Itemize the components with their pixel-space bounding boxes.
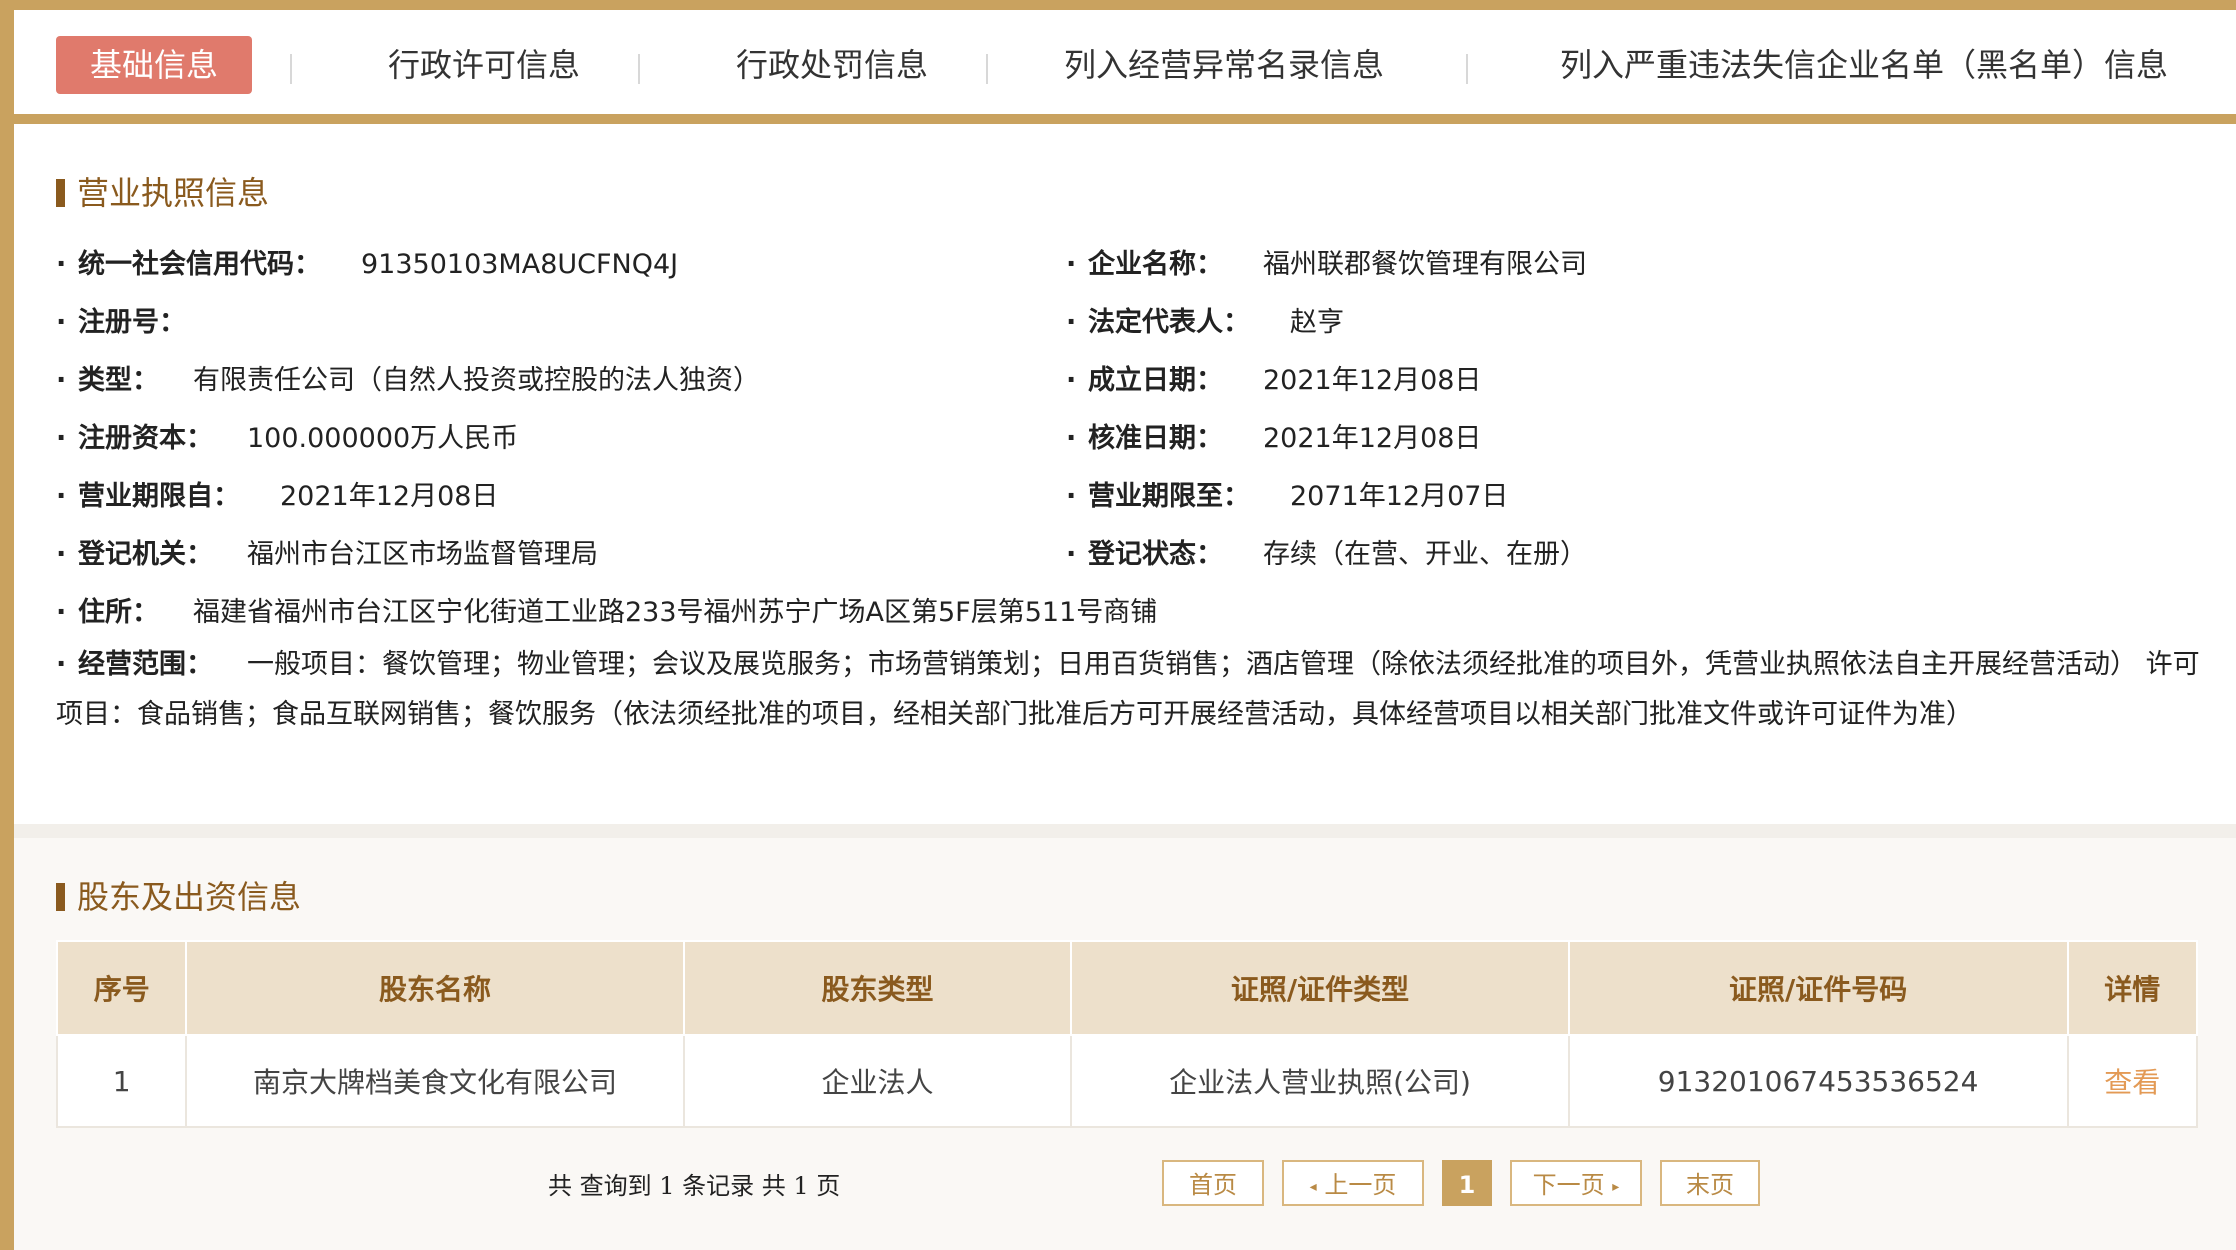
tab-admin-license[interactable]: 行政许可信息	[364, 36, 604, 94]
view-details-link[interactable]: 查看	[2066, 1034, 2199, 1128]
field-credit-code: · 统一社会信用代码： 91350103MA8UCFNQ4J	[56, 249, 679, 280]
tab-separator	[986, 54, 988, 84]
column-header: 股东类型	[682, 940, 1073, 1036]
tab-abnormal-list[interactable]: 列入经营异常名录信息	[1054, 36, 1394, 94]
pagination-summary: 共 查询到 1 条记录 共 1 页	[548, 1172, 841, 1200]
shareholder-section: 股东及出资信息 序号 股东名称 股东类型 证照/证件类型 证照/证件号码 详情 …	[14, 838, 2236, 1250]
tab-basic-info[interactable]: 基础信息	[56, 36, 252, 94]
tab-separator	[638, 54, 640, 84]
table-header-row: 序号 股东名称 股东类型 证照/证件类型 证照/证件号码 详情	[55, 940, 2199, 1036]
field-term-to: · 营业期限至： 2071年12月07日	[1066, 481, 1509, 512]
column-header: 详情	[2066, 940, 2199, 1036]
cell-shareholder-type: 企业法人	[682, 1034, 1073, 1128]
field-type: · 类型： 有限责任公司（自然人投资或控股的法人独资）	[56, 365, 760, 396]
prev-page-button[interactable]: ◂ 上一页	[1282, 1160, 1424, 1206]
table-row: 1 南京大牌档美食文化有限公司 企业法人 企业法人营业执照(公司) 913201…	[55, 1034, 2199, 1128]
field-company-name: · 企业名称： 福州联郡餐饮管理有限公司	[1066, 249, 1587, 280]
cell-certificate-type: 企业法人营业执照(公司)	[1070, 1034, 1570, 1128]
first-page-button[interactable]: 首页	[1162, 1160, 1264, 1206]
field-address: · 住所： 福建省福州市台江区宁化街道工业路233号福州苏宁广场A区第5F层第511…	[56, 597, 1158, 628]
column-header: 序号	[55, 940, 188, 1036]
next-page-button[interactable]: 下一页 ▸	[1510, 1160, 1642, 1206]
caret-left-icon: ◂	[1309, 1179, 1317, 1195]
page-number-current[interactable]: 1	[1442, 1160, 1492, 1206]
title-bar-marker	[56, 883, 65, 911]
column-header: 证照/证件号码	[1567, 940, 2069, 1036]
caret-right-icon: ▸	[1612, 1179, 1620, 1195]
column-header: 股东名称	[185, 940, 685, 1036]
field-founded-date: · 成立日期： 2021年12月08日	[1066, 365, 1482, 396]
field-registration-authority: · 登记机关： 福州市台江区市场监督管理局	[56, 539, 598, 570]
field-business-scope: · 经营范围： 一般项目：餐饮管理；物业管理；会议及展览服务；市场营销策划；日用百货…	[56, 649, 2200, 730]
shareholder-table: 序号 股东名称 股东类型 证照/证件类型 证照/证件号码 详情 1 南京大牌档美…	[55, 940, 2199, 1128]
cell-index: 1	[55, 1034, 188, 1128]
field-legal-rep: · 法定代表人： 赵亨	[1066, 307, 1344, 338]
section-divider	[14, 824, 2236, 838]
license-section-title: 营业执照信息	[56, 168, 269, 214]
tab-blacklist[interactable]: 列入严重违法失信企业名单（黑名单）信息	[1544, 36, 2184, 94]
tab-separator	[1466, 54, 1468, 84]
license-section: 营业执照信息 · 统一社会信用代码： 91350103MA8UCFNQ4J · 企业名…	[18, 124, 2236, 824]
tab-admin-penalty[interactable]: 行政处罚信息	[712, 36, 952, 94]
field-reg-no: · 注册号：	[56, 307, 186, 338]
field-approved-date: · 核准日期： 2021年12月08日	[1066, 423, 1482, 454]
field-registration-status: · 登记状态： 存续（在营、开业、在册）	[1066, 539, 1587, 570]
shareholder-section-title: 股东及出资信息	[56, 872, 301, 918]
field-registered-capital: · 注册资本： 100.000000万人民币	[56, 423, 519, 454]
title-bar-marker	[56, 179, 65, 207]
last-page-button[interactable]: 末页	[1660, 1160, 1760, 1206]
field-term-from: · 营业期限自： 2021年12月08日	[56, 481, 499, 512]
cell-shareholder-name: 南京大牌档美食文化有限公司	[185, 1034, 685, 1128]
column-header: 证照/证件类型	[1070, 940, 1570, 1036]
tab-separator	[290, 54, 292, 84]
tab-bar: 基础信息 行政许可信息 行政处罚信息 列入经营异常名录信息 列入严重违法失信企业…	[14, 10, 2236, 124]
cell-certificate-number: 913201067453536524	[1567, 1034, 2069, 1128]
